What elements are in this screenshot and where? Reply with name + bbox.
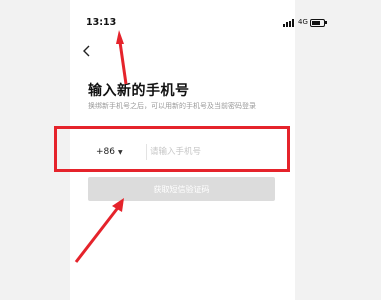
signal-icon: [283, 19, 295, 27]
battery-icon: [310, 19, 325, 27]
page-title: 输入新的手机号: [88, 83, 190, 99]
status-time: 13:13: [86, 17, 117, 28]
back-arrow-icon[interactable]: [80, 44, 94, 58]
page-subtitle: 换绑新手机号之后，可以用新的手机号及当前密码登录: [88, 102, 256, 110]
status-bar: 13:13 4G: [70, 0, 327, 30]
annotation-highlight-box: [54, 126, 290, 172]
network-label: 4G: [298, 18, 308, 26]
battery-tip: [325, 21, 327, 24]
get-verification-code-button[interactable]: 获取短信验证码: [88, 177, 275, 201]
